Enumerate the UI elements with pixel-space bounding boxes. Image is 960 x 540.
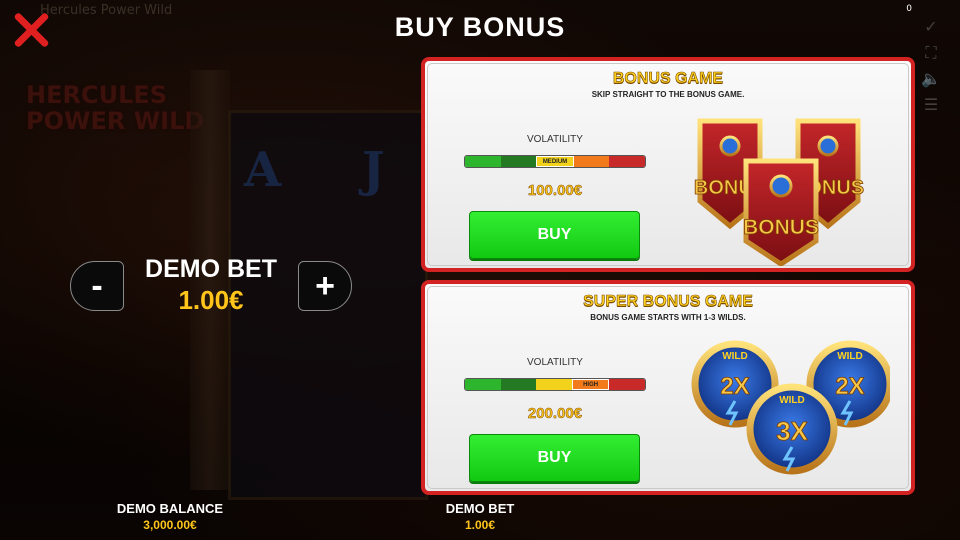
volatility-segment	[609, 379, 645, 390]
demo-bet-control: - DEMO BET 1.00€ +	[70, 255, 352, 317]
volatility-meter: HIGH	[464, 378, 646, 391]
svg-text:WILD: WILD	[722, 351, 748, 362]
footer-demo-bet-label: DEMO BET	[445, 501, 515, 516]
volatility-label: VOLATILITY	[527, 357, 583, 368]
super-bonus-game-panel: SUPER BONUS GAME BONUS GAME STARTS WITH …	[421, 280, 915, 495]
super-bonus-game-title: SUPER BONUS GAME	[583, 293, 753, 311]
side-toolbar: ✓ ⛶ 🔈 ☰	[920, 14, 942, 118]
menu-icon[interactable]: ☰	[920, 92, 942, 118]
bonus-shields-art: BONUS BONUS BONUS	[693, 118, 865, 266]
volatility-segment	[500, 379, 537, 390]
footer-demo-bet-value: 1.00€	[464, 518, 496, 532]
buy-super-bonus-game-button[interactable]: BUY	[469, 434, 640, 482]
demo-balance-label: DEMO BALANCE	[116, 501, 224, 516]
bonus-game-title: BONUS GAME	[612, 70, 724, 88]
volatility-label: VOLATILITY	[527, 134, 583, 145]
decrease-bet-button[interactable]: -	[70, 261, 124, 311]
volatility-segment	[609, 156, 645, 167]
super-bonus-game-description: BONUS GAME STARTS WITH 1-3 WILDS.	[590, 313, 746, 322]
svg-text:WILD: WILD	[837, 351, 863, 362]
demo-balance-value: 3,000.00€	[143, 518, 197, 532]
fullscreen-icon[interactable]: ⛶	[920, 40, 942, 66]
page-title: BUY BONUS	[394, 12, 566, 42]
demo-bet-value: 1.00€	[178, 285, 244, 315]
super-bonus-game-price: 200.00€	[527, 405, 583, 423]
volatility-segment	[465, 379, 501, 390]
wild-multiplier-coins-art: WILD 2X WILD 2X WILD 3X	[691, 340, 890, 475]
svg-text:2X: 2X	[720, 373, 749, 400]
volatility-segment-active: HIGH	[571, 379, 610, 390]
buy-bonus-game-button[interactable]: BUY	[469, 211, 640, 259]
increase-bet-button[interactable]: +	[298, 261, 352, 311]
svg-text:BONUS: BONUS	[743, 216, 819, 239]
volatility-segment	[536, 379, 572, 390]
volatility-segment	[465, 156, 501, 167]
volatility-meter: MEDIUM	[464, 155, 646, 168]
svg-text:3X: 3X	[776, 416, 808, 446]
shield-icon: BONUS	[743, 158, 819, 266]
sound-icon[interactable]: 🔈	[920, 66, 942, 92]
wild-3x-coin-icon: WILD 3X	[746, 383, 838, 475]
demo-bet-label: DEMO BET	[145, 255, 277, 283]
check-icon[interactable]: ✓	[920, 14, 942, 40]
bonus-game-price: 100.00€	[527, 182, 583, 200]
corner-counter: 0	[906, 4, 912, 14]
volatility-segment-active: MEDIUM	[536, 156, 574, 167]
svg-text:2X: 2X	[835, 373, 864, 400]
volatility-segment	[500, 156, 537, 167]
volatility-segment	[573, 156, 610, 167]
bonus-game-description: SKIP STRAIGHT TO THE BONUS GAME.	[591, 90, 745, 99]
bonus-game-panel: BONUS GAME SKIP STRAIGHT TO THE BONUS GA…	[421, 57, 915, 272]
svg-text:WILD: WILD	[779, 395, 805, 406]
